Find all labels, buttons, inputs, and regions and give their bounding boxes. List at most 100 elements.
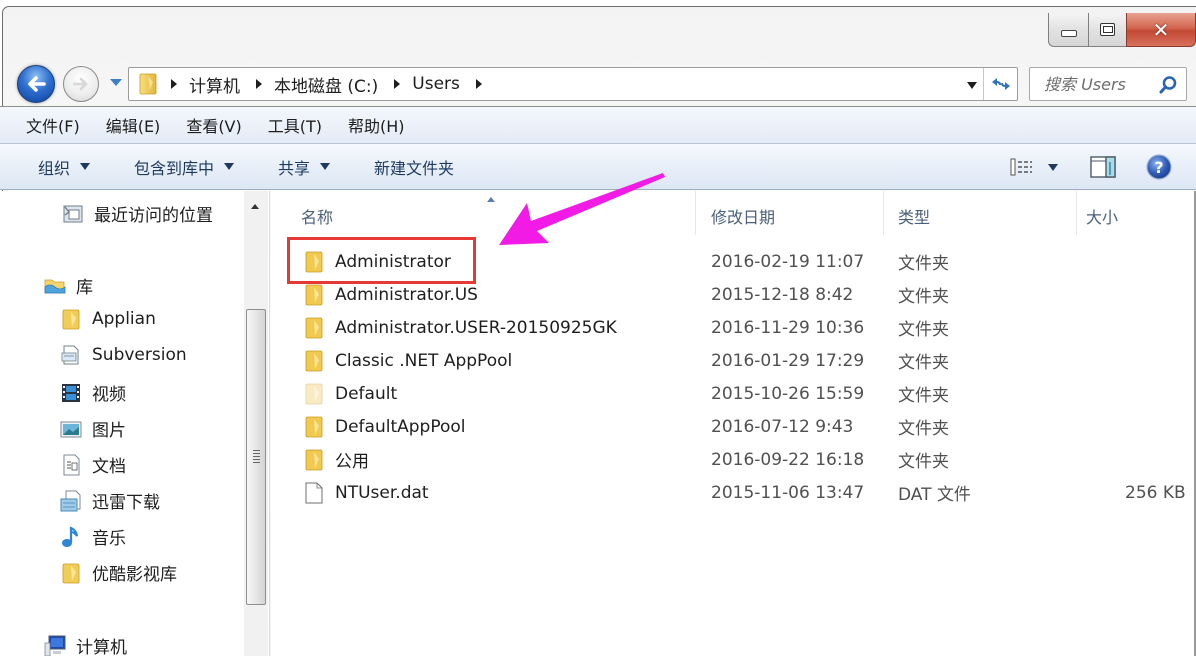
file-date-modified: 2015-12-18 8:42	[711, 284, 854, 305]
file-name: 公用	[335, 452, 369, 472]
organize-button[interactable]: 组织	[38, 155, 91, 179]
close-button[interactable]: ✕	[1126, 13, 1196, 47]
nav-library-item-label: Applian	[92, 309, 156, 329]
file-type: 文件夹	[898, 419, 949, 439]
file-name-cell[interactable]: DefaultAppPool	[303, 415, 466, 439]
file-date-modified: 2015-10-26 15:59	[711, 383, 865, 404]
music-icon	[62, 525, 79, 547]
file-name-cell[interactable]: Administrator.USER-20150925GK	[303, 316, 617, 340]
search-icon[interactable]	[1158, 75, 1178, 95]
address-dropdown[interactable]	[967, 82, 977, 89]
include-in-library-label: 包含到库中	[134, 158, 215, 178]
address-bar[interactable]: 计算机 本地磁盘 (C:) Users	[128, 67, 1018, 101]
column-divider[interactable]	[883, 191, 884, 235]
file-row[interactable]: DefaultAppPool 2016-07-12 9:43 文件夹	[271, 410, 1194, 443]
forward-button[interactable]	[63, 66, 99, 102]
breadcrumb-users[interactable]: Users	[412, 74, 460, 94]
file-name-cell[interactable]: Classic .NET AppPool	[303, 349, 512, 373]
nav-library-item[interactable]: 音乐	[60, 524, 126, 549]
menu-help[interactable]: 帮助(H)	[348, 113, 405, 137]
nav-library-item-label: 视频	[92, 385, 126, 405]
folder-icon	[305, 284, 323, 305]
file-name: DefaultAppPool	[335, 416, 466, 437]
document-icon	[63, 454, 80, 475]
navigation-pane: 最近访问的位置 库 Applian Subversion 视频 图片 文档 迅雷…	[0, 191, 270, 656]
breadcrumb-separator[interactable]	[171, 79, 177, 89]
back-arrow-icon	[28, 76, 46, 92]
breadcrumb-separator[interactable]	[394, 79, 401, 89]
menu-view[interactable]: 查看(V)	[186, 113, 241, 137]
nav-library-item[interactable]: 图片	[60, 416, 126, 441]
highlight-annotation-box	[287, 237, 476, 284]
menu-file[interactable]: 文件(F)	[26, 113, 80, 137]
breadcrumb-separator[interactable]	[475, 79, 482, 89]
caption-buttons: ✕	[1048, 13, 1196, 47]
file-name-cell[interactable]: NTUser.dat	[303, 481, 429, 505]
menu-tools[interactable]: 工具(T)	[268, 113, 322, 137]
library-doc-icon	[61, 345, 79, 365]
command-bar-right: ?	[1010, 144, 1196, 190]
chevron-down-icon	[320, 163, 331, 170]
share-button[interactable]: 共享	[278, 155, 331, 179]
minimize-button[interactable]	[1048, 13, 1088, 47]
nav-library-item[interactable]: 迅雷下载	[60, 488, 160, 513]
search-input[interactable]	[1044, 74, 1162, 94]
file-name: Administrator.US	[335, 284, 478, 305]
file-row[interactable]: Administrator.USER-20150925GK 2016-11-29 …	[271, 311, 1194, 344]
navigation-pane-scrollbar[interactable]	[244, 191, 268, 656]
nav-library-item[interactable]: 优酷影视库	[60, 560, 177, 585]
nav-library-item[interactable]: 文档	[60, 452, 126, 477]
chevron-down-icon	[1048, 163, 1058, 171]
grip-icon	[253, 450, 260, 464]
scroll-up-icon[interactable]	[251, 204, 259, 209]
new-folder-button[interactable]: 新建文件夹	[374, 155, 454, 179]
maximize-icon	[1100, 23, 1115, 36]
breadcrumb-computer[interactable]: 计算机	[189, 72, 240, 97]
chevron-down-icon	[80, 163, 91, 170]
column-name[interactable]: 名称	[301, 204, 333, 228]
file-type: 文件夹	[898, 353, 949, 373]
nav-library-item[interactable]: 视频	[60, 380, 126, 405]
nav-recent-places-label: 最近访问的位置	[94, 206, 213, 226]
back-button[interactable]	[17, 65, 55, 103]
refresh-button[interactable]	[983, 68, 1017, 100]
file-name-cell[interactable]: 公用	[303, 447, 369, 472]
picture-icon	[60, 421, 82, 437]
file-row[interactable]: Classic .NET AppPool 2016-01-29 17:29 文件夹	[271, 344, 1194, 377]
search-box[interactable]	[1029, 67, 1187, 101]
nav-library-item-label: 文档	[92, 457, 126, 477]
file-row[interactable]: 公用 2016-09-22 16:18 文件夹	[271, 443, 1194, 476]
nav-library-item[interactable]: Subversion	[60, 344, 187, 366]
column-divider[interactable]	[1076, 191, 1077, 235]
nav-library-item-label: 优酷影视库	[92, 565, 177, 585]
change-view-button[interactable]	[1010, 158, 1058, 176]
libraries-icon	[44, 279, 66, 293]
file-row[interactable]: NTUser.dat 2015-11-06 13:47 DAT 文件 256 KB	[271, 476, 1194, 509]
nav-library-item[interactable]: Applian	[60, 308, 156, 330]
file-row[interactable]: Default 2015-10-26 15:59 文件夹	[271, 377, 1194, 410]
nav-libraries[interactable]: 库	[44, 273, 93, 298]
preview-pane-icon[interactable]	[1090, 156, 1116, 178]
file-date-modified: 2016-01-29 17:29	[711, 350, 865, 371]
download-icon	[60, 490, 81, 511]
file-date-modified: 2016-07-12 9:43	[711, 416, 854, 437]
nav-recent-places[interactable]: 最近访问的位置	[62, 201, 213, 226]
nav-computer[interactable]: 计算机	[44, 633, 127, 656]
breadcrumb-separator[interactable]	[256, 79, 262, 89]
include-in-library-button[interactable]: 包含到库中	[134, 155, 235, 179]
breadcrumb-local-disk[interactable]: 本地磁盘 (C:)	[274, 72, 378, 97]
maximize-button[interactable]	[1088, 13, 1126, 47]
file-name-cell[interactable]: Default	[303, 382, 397, 406]
file-name-cell[interactable]: Administrator.US	[303, 283, 478, 307]
help-icon[interactable]: ?	[1146, 154, 1172, 180]
column-date-modified[interactable]: 修改日期	[711, 204, 775, 228]
column-size[interactable]: 大小	[1086, 204, 1118, 228]
folder-icon	[62, 563, 80, 583]
video-icon	[62, 383, 80, 402]
folder-icon	[305, 317, 323, 338]
menu-edit[interactable]: 编辑(E)	[106, 113, 161, 137]
recent-pages-dropdown[interactable]	[110, 79, 122, 86]
column-divider[interactable]	[695, 191, 696, 235]
scrollbar-thumb[interactable]	[246, 309, 266, 605]
column-type[interactable]: 类型	[898, 204, 930, 228]
